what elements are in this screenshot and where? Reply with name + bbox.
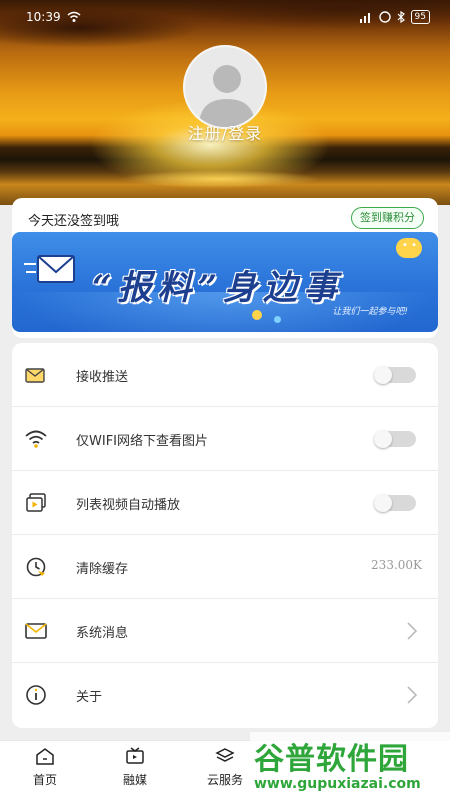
settings-list: 接收推送 仅WIFI网络下查看图片 列表视频自动播放 清除缓存 233.00K — [12, 343, 438, 728]
alarm-icon — [378, 11, 391, 23]
bluetooth-icon — [397, 11, 405, 23]
video-autoplay-toggle[interactable] — [374, 494, 416, 512]
login-register-link[interactable]: 注册/登录 — [0, 120, 450, 144]
video-autoplay-icon — [26, 493, 46, 512]
report-news-banner[interactable]: “报料”身边事 让我们一起参与吧! — [12, 232, 438, 332]
tab-home[interactable]: 首页 — [10, 747, 80, 788]
toggle-knob — [374, 494, 392, 512]
avatar[interactable] — [183, 45, 267, 129]
tv-icon — [126, 747, 144, 764]
wifi-status-icon — [67, 11, 81, 22]
tab-label: 首页 — [32, 773, 57, 787]
wifi-images-toggle[interactable] — [374, 430, 416, 448]
setting-row-receive-push[interactable]: 接收推送 — [12, 343, 438, 407]
cache-size-value: 233.00K — [371, 558, 422, 572]
envelope-icon — [24, 255, 75, 283]
setting-label: 系统消息 — [76, 626, 129, 641]
watermark-url: www.gupuxiazai.com — [254, 776, 421, 792]
receive-push-toggle[interactable] — [374, 366, 416, 384]
sun-reflection — [120, 170, 320, 188]
setting-row-wifi-images[interactable]: 仅WIFI网络下查看图片 — [12, 407, 438, 471]
tab-media[interactable]: 融媒 — [100, 747, 170, 788]
setting-row-system-messages[interactable]: 系统消息 — [12, 599, 438, 663]
chat-bubble-icon — [396, 238, 422, 258]
checkin-prompt: 今天还没签到哦 — [28, 214, 120, 229]
watermark-logo: 谷普软件园 — [254, 742, 409, 777]
setting-row-clear-cache[interactable]: 清除缓存 233.00K — [12, 535, 438, 599]
setting-label: 仅WIFI网络下查看图片 — [76, 434, 208, 449]
checkin-button[interactable]: 签到赚积分 — [351, 207, 424, 229]
user-placeholder-icon — [199, 65, 255, 127]
banner-subtitle: 让我们一起参与吧! — [332, 307, 408, 317]
checkin-card: 今天还没签到哦 签到赚积分 “报料”身边事 让我们一起参与吧! — [12, 198, 438, 338]
setting-label: 清除缓存 — [76, 562, 129, 577]
mail-push-icon — [25, 368, 45, 383]
banner-dot-decoration — [274, 316, 281, 323]
setting-label: 列表视频自动播放 — [76, 498, 181, 513]
banner-title: “报料”身边事 — [92, 268, 344, 308]
toggle-knob — [374, 366, 392, 384]
wifi-icon — [25, 430, 47, 448]
signal-icon — [359, 13, 370, 23]
setting-label: 关于 — [76, 690, 103, 705]
layers-icon — [215, 748, 235, 762]
status-bar: 10:39 95 — [0, 0, 450, 36]
mail-icon — [25, 623, 47, 639]
chevron-right-icon — [407, 622, 418, 640]
tab-label: 融媒 — [122, 773, 147, 787]
home-icon — [36, 748, 54, 765]
status-time: 10:39 — [26, 10, 61, 24]
info-icon — [26, 685, 46, 705]
setting-row-about[interactable]: 关于 — [12, 663, 438, 727]
site-watermark: 谷普软件园 www.gupuxiazai.com — [250, 732, 450, 800]
banner-dot-decoration — [252, 310, 262, 320]
setting-row-video-autoplay[interactable]: 列表视频自动播放 — [12, 471, 438, 535]
chevron-right-icon — [407, 686, 418, 704]
setting-label: 接收推送 — [76, 370, 129, 385]
battery-indicator: 95 — [410, 10, 430, 24]
clock-clear-icon — [26, 557, 46, 577]
toggle-knob — [374, 430, 392, 448]
